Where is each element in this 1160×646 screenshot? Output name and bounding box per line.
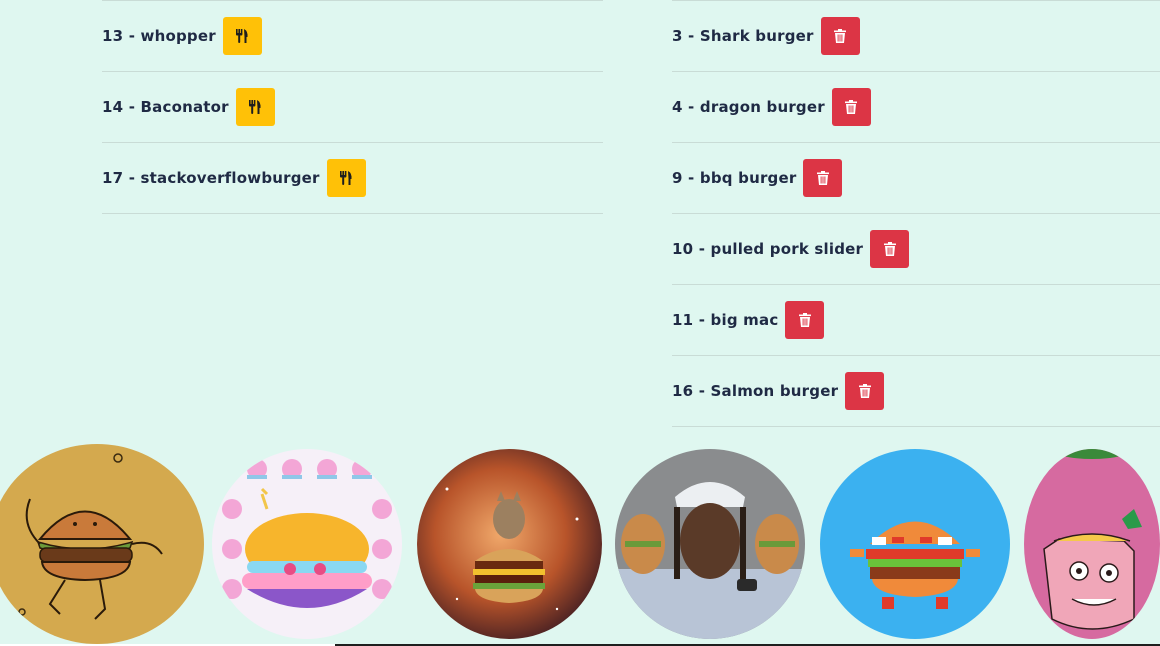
delete-button[interactable] xyxy=(820,17,860,55)
delete-button[interactable] xyxy=(845,372,885,410)
burger-label: 14 - Baconator xyxy=(102,98,229,116)
burger-gallery xyxy=(0,444,1160,644)
burger-image-pixel xyxy=(820,449,1010,639)
eaten-burger-list: 13 - whopper 14 - Baconator 17 - stackov… xyxy=(102,0,603,214)
list-item: 11 - big mac xyxy=(672,285,1160,356)
trash-icon xyxy=(858,384,871,398)
list-item: 10 - pulled pork slider xyxy=(672,214,1160,285)
delete-button[interactable] xyxy=(870,230,910,268)
burger-image-good-burger xyxy=(615,449,805,639)
eat-button[interactable] xyxy=(222,17,262,55)
list-item: 13 - whopper xyxy=(102,0,603,72)
trash-icon xyxy=(816,171,829,185)
eat-button[interactable] xyxy=(235,88,275,126)
burger-image-monster xyxy=(1024,449,1160,639)
list-item: 3 - Shark burger xyxy=(672,0,1160,72)
delete-button[interactable] xyxy=(831,88,871,126)
delete-button[interactable] xyxy=(785,301,825,339)
fork-knife-icon xyxy=(249,100,261,114)
fork-knife-icon xyxy=(236,29,248,43)
trash-icon xyxy=(834,29,847,43)
burger-label: 3 - Shark burger xyxy=(672,27,814,45)
list-item: 16 - Salmon burger xyxy=(672,356,1160,427)
list-item: 14 - Baconator xyxy=(102,72,603,143)
delete-button[interactable] xyxy=(803,159,843,197)
burger-image-cartoon xyxy=(0,444,204,644)
trash-icon xyxy=(845,100,858,114)
burger-label: 10 - pulled pork slider xyxy=(672,240,864,258)
burger-label: 13 - whopper xyxy=(102,27,216,45)
burger-label: 9 - bbq burger xyxy=(672,169,797,187)
burger-label: 16 - Salmon burger xyxy=(672,382,839,400)
fork-knife-icon xyxy=(340,171,352,185)
trash-icon xyxy=(798,313,811,327)
trash-icon xyxy=(883,242,896,256)
list-item: 9 - bbq burger xyxy=(672,143,1160,214)
list-item: 17 - stackoverflowburger xyxy=(102,143,603,214)
burger-image-kawaii xyxy=(212,449,402,639)
burger-label: 11 - big mac xyxy=(672,311,779,329)
burger-image-space-cat xyxy=(417,449,602,639)
eat-button[interactable] xyxy=(326,159,366,197)
burger-label: 17 - stackoverflowburger xyxy=(102,169,320,187)
list-item: 4 - dragon burger xyxy=(672,72,1160,143)
uneaten-burger-list: 3 - Shark burger 4 - dragon burger 9 - b… xyxy=(672,0,1160,427)
burger-label: 4 - dragon burger xyxy=(672,98,825,116)
